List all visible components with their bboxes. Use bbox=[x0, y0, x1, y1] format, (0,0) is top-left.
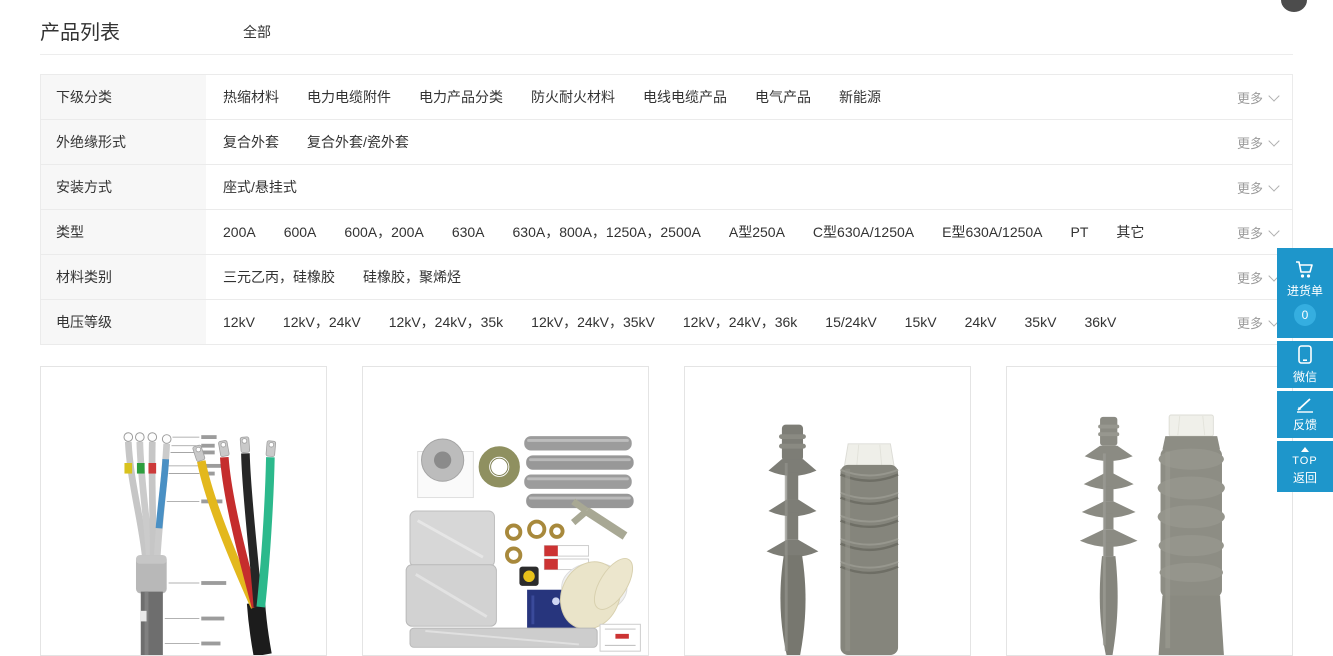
feedback-label: 反馈 bbox=[1293, 416, 1317, 433]
more-label: 更多 bbox=[1237, 313, 1263, 332]
filter-label: 下级分类 bbox=[41, 75, 206, 119]
filter-value[interactable]: 600A bbox=[284, 224, 317, 240]
filter-value[interactable]: 630A，800A，1250A，2500A bbox=[513, 222, 701, 242]
filter-values: 座式/悬挂式 bbox=[206, 165, 1292, 209]
filter-value[interactable]: PT bbox=[1071, 224, 1089, 240]
more-button[interactable]: 更多 bbox=[1237, 300, 1278, 344]
filter-values: 复合外套 复合外套/瓷外套 bbox=[206, 120, 1292, 164]
product-card[interactable] bbox=[362, 366, 649, 656]
filter-value[interactable]: 复合外套/瓷外套 bbox=[307, 132, 409, 152]
filter-table: 下级分类 热缩材料 电力电缆附件 电力产品分类 防火耐火材料 电线电缆产品 电气产品 新能源… bbox=[40, 74, 1293, 345]
filter-label: 安装方式 bbox=[41, 165, 206, 209]
filter-value[interactable]: 200A bbox=[223, 224, 256, 240]
floating-circle-button[interactable] bbox=[1281, 0, 1307, 12]
filter-value[interactable]: 其它 bbox=[1116, 222, 1144, 242]
more-button[interactable]: 更多 bbox=[1237, 255, 1278, 299]
chevron-down-icon bbox=[1268, 225, 1279, 236]
back-label: 返回 bbox=[1293, 469, 1317, 486]
more-button[interactable]: 更多 bbox=[1237, 165, 1278, 209]
back-to-top-button[interactable]: TOP 返回 bbox=[1277, 441, 1333, 492]
filter-values: 12kV 12kV，24kV 12kV，24kV，35k 12kV，24kV，35kV… bbox=[206, 300, 1292, 344]
more-button[interactable]: 更多 bbox=[1237, 120, 1278, 164]
filter-value[interactable]: 新能源 bbox=[839, 87, 881, 107]
tab-all[interactable]: 全部 bbox=[243, 22, 271, 42]
filter-value[interactable]: 15kV bbox=[905, 314, 937, 330]
filter-label: 外绝缘形式 bbox=[41, 120, 206, 164]
filter-row-install-method: 安装方式 座式/悬挂式 更多 bbox=[41, 165, 1292, 210]
filter-value[interactable]: 36kV bbox=[1084, 314, 1116, 330]
more-label: 更多 bbox=[1237, 133, 1263, 152]
filter-value[interactable]: 15/24kV bbox=[825, 314, 876, 330]
filter-label: 电压等级 bbox=[41, 300, 206, 344]
phone-icon bbox=[1297, 345, 1313, 365]
product-image-cold-shrink-kit bbox=[363, 367, 648, 655]
more-button[interactable]: 更多 bbox=[1237, 210, 1278, 254]
more-button[interactable]: 更多 bbox=[1237, 75, 1278, 119]
product-card[interactable] bbox=[1006, 366, 1293, 656]
more-label: 更多 bbox=[1237, 223, 1263, 242]
product-image-branch-cable bbox=[41, 367, 326, 655]
filter-value[interactable]: 三元乙丙，硅橡胶 bbox=[223, 267, 335, 287]
product-card[interactable] bbox=[684, 366, 971, 656]
filter-values: 200A 600A 600A，200A 630A 630A，800A，1250A，250… bbox=[206, 210, 1292, 254]
cart-count-badge: 0 bbox=[1294, 304, 1316, 326]
filter-value[interactable]: 热缩材料 bbox=[223, 87, 279, 107]
filter-row-type: 类型 200A 600A 600A，200A 630A 630A，800A，1250A，… bbox=[41, 210, 1292, 255]
filter-value[interactable]: 12kV，24kV bbox=[283, 312, 361, 332]
filter-value[interactable]: 电力电缆附件 bbox=[307, 87, 391, 107]
filter-value[interactable]: 24kV bbox=[965, 314, 997, 330]
page-title: 产品列表 bbox=[40, 16, 120, 45]
filter-values: 三元乙丙，硅橡胶 硅橡胶，聚烯烃 bbox=[206, 255, 1292, 299]
filter-row-material: 材料类别 三元乙丙，硅橡胶 硅橡胶，聚烯烃 更多 bbox=[41, 255, 1292, 300]
header-divider bbox=[40, 54, 1293, 55]
arrow-up-icon bbox=[1301, 447, 1309, 452]
filter-value[interactable]: 12kV，24kV，35k bbox=[389, 312, 503, 332]
more-label: 更多 bbox=[1237, 88, 1263, 107]
filter-value[interactable]: C型630A/1250A bbox=[813, 222, 914, 242]
more-label: 更多 bbox=[1237, 268, 1263, 287]
filter-value[interactable]: 12kV，24kV，35kV bbox=[531, 312, 655, 332]
filter-value[interactable]: 电力产品分类 bbox=[419, 87, 503, 107]
top-label: TOP bbox=[1292, 456, 1317, 466]
product-card[interactable] bbox=[40, 366, 327, 656]
filter-value[interactable]: 12kV bbox=[223, 314, 255, 330]
filter-value[interactable]: 630A bbox=[452, 224, 485, 240]
filter-value[interactable]: 12kV，24kV，36k bbox=[683, 312, 797, 332]
wechat-label: 微信 bbox=[1293, 368, 1317, 385]
filter-row-outer-insulation: 外绝缘形式 复合外套 复合外套/瓷外套 更多 bbox=[41, 120, 1292, 165]
filter-value[interactable]: 座式/悬挂式 bbox=[223, 177, 297, 197]
cart-label: 进货单 bbox=[1287, 282, 1323, 299]
pencil-icon bbox=[1296, 397, 1314, 413]
filter-value[interactable]: 600A，200A bbox=[344, 222, 423, 242]
filter-value[interactable]: E型630A/1250A bbox=[942, 222, 1042, 242]
filter-value[interactable]: 硅橡胶，聚烯烃 bbox=[363, 267, 461, 287]
filter-value[interactable]: 35kV bbox=[1025, 314, 1057, 330]
chevron-down-icon bbox=[1268, 180, 1279, 191]
filter-label: 材料类别 bbox=[41, 255, 206, 299]
filter-row-voltage: 电压等级 12kV 12kV，24kV 12kV，24kV，35k 12kV，24kV… bbox=[41, 300, 1292, 344]
wechat-button[interactable]: 微信 bbox=[1277, 341, 1333, 388]
product-image-outdoor-termination bbox=[1007, 367, 1292, 655]
product-image-cold-shrink-termination bbox=[685, 367, 970, 655]
filter-value[interactable]: 防火耐火材料 bbox=[531, 87, 615, 107]
more-label: 更多 bbox=[1237, 178, 1263, 197]
filter-value[interactable]: 复合外套 bbox=[223, 132, 279, 152]
filter-value[interactable]: A型250A bbox=[729, 222, 785, 242]
filter-value[interactable]: 电线电缆产品 bbox=[643, 87, 727, 107]
cart-icon bbox=[1295, 261, 1315, 279]
feedback-button[interactable]: 反馈 bbox=[1277, 391, 1333, 438]
chevron-down-icon bbox=[1268, 135, 1279, 146]
filter-label: 类型 bbox=[41, 210, 206, 254]
filter-value[interactable]: 电气产品 bbox=[755, 87, 811, 107]
filter-row-subcategory: 下级分类 热缩材料 电力电缆附件 电力产品分类 防火耐火材料 电线电缆产品 电气产品 新能源… bbox=[41, 75, 1292, 120]
cart-button[interactable]: 进货单 0 bbox=[1277, 248, 1333, 338]
chevron-down-icon bbox=[1268, 90, 1279, 101]
filter-values: 热缩材料 电力电缆附件 电力产品分类 防火耐火材料 电线电缆产品 电气产品 新能源 bbox=[206, 75, 1292, 119]
